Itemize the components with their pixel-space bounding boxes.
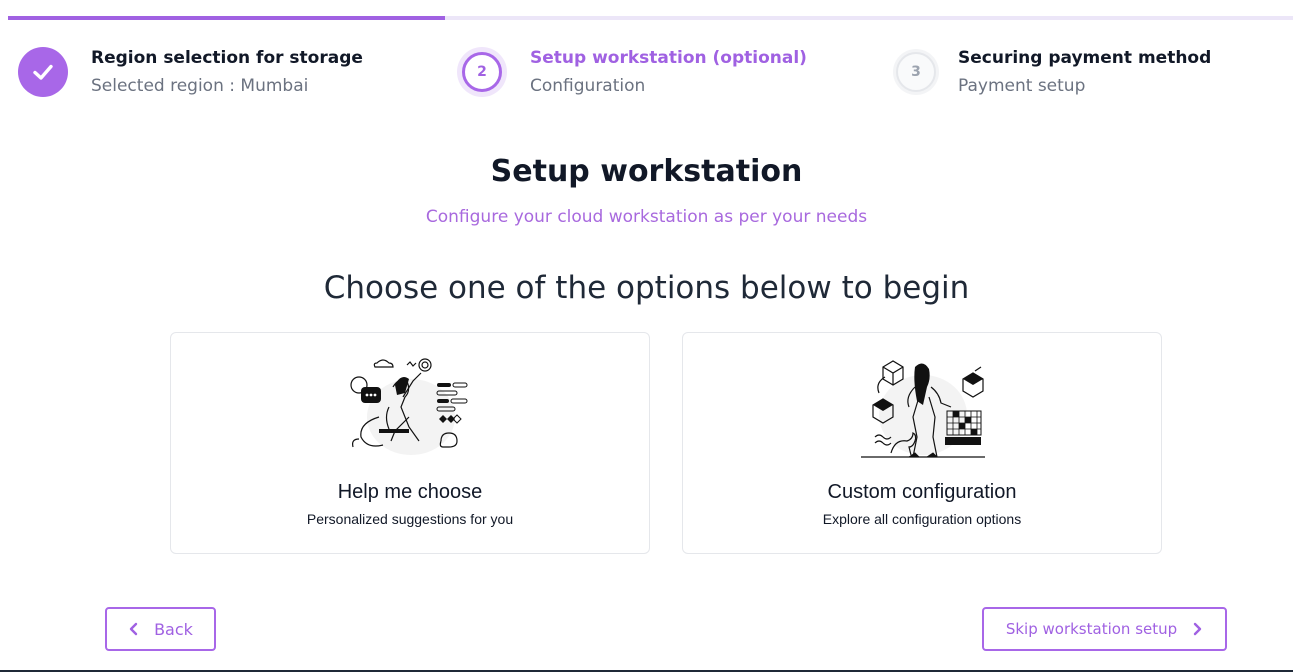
step-subtitle: Payment setup <box>958 76 1086 96</box>
step-complete-indicator <box>18 47 68 97</box>
skip-button-label: Skip workstation setup <box>1005 620 1178 638</box>
step-subtitle: Selected region : Mumbai <box>91 76 309 96</box>
option-card-help-me-choose[interactable]: Help me choose Personalized suggestions … <box>170 332 650 554</box>
step-pending-indicator: 3 <box>893 49 939 95</box>
choose-heading: Choose one of the options below to begin <box>323 270 970 306</box>
step-title: Region selection for storage <box>91 48 363 68</box>
progress-track <box>8 16 1293 20</box>
step-title: Setup workstation (optional) <box>530 48 807 68</box>
step-region-selection: Region selection for storage Selected re… <box>18 44 363 100</box>
step-number: 3 <box>896 52 936 92</box>
skip-workstation-setup-button[interactable]: Skip workstation setup <box>982 607 1227 651</box>
step-payment-method: 3 Securing payment method Payment setup <box>893 44 1211 100</box>
step-number: 2 <box>462 52 502 92</box>
option-card-custom-configuration[interactable]: Custom configuration Explore all configu… <box>682 332 1162 554</box>
step-subtitle: Configuration <box>530 76 646 96</box>
option-title: Help me choose <box>337 481 483 503</box>
step-setup-workstation: 2 Setup workstation (optional) Configura… <box>457 44 807 100</box>
option-description: Explore all configuration options <box>822 511 1022 527</box>
step-title: Securing payment method <box>958 48 1212 68</box>
chevron-left-icon <box>129 622 138 636</box>
check-icon <box>33 64 53 80</box>
page-title: Setup workstation <box>490 154 803 189</box>
option-description: Personalized suggestions for you <box>306 511 514 527</box>
person-with-ideas-illustration <box>350 358 468 455</box>
option-title: Custom configuration <box>827 481 1017 503</box>
page-subtitle: Configure your cloud workstation as per … <box>425 207 868 227</box>
back-button[interactable]: Back <box>105 607 216 651</box>
progress-fill <box>8 16 445 20</box>
person-with-cubes-illustration <box>861 360 985 458</box>
back-button-label: Back <box>154 619 193 639</box>
chevron-right-icon <box>1193 622 1202 636</box>
step-active-indicator: 2 <box>457 47 507 97</box>
